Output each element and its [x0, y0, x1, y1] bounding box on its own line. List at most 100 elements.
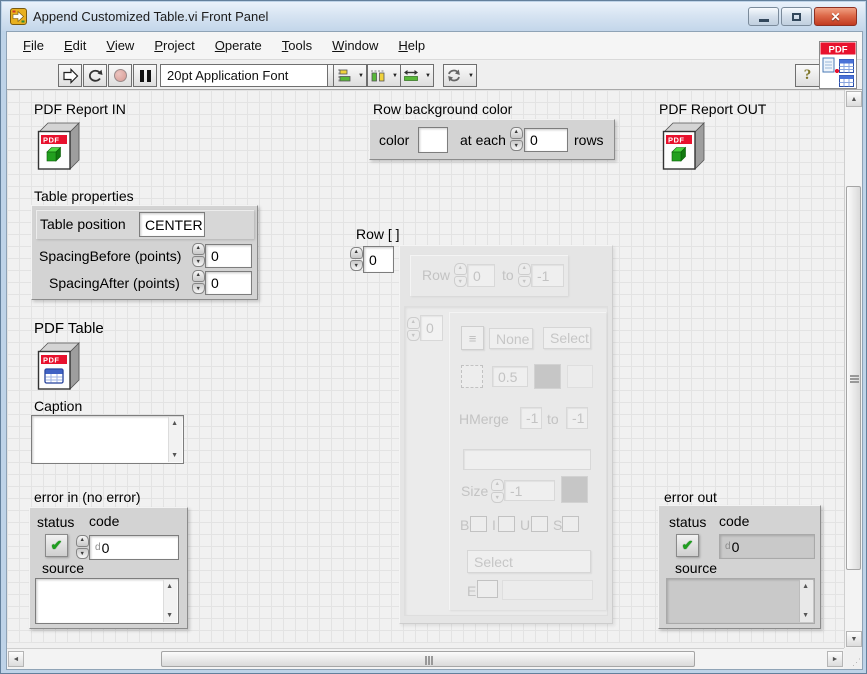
- abort-button[interactable]: [108, 64, 132, 87]
- menu-tools[interactable]: Tools: [272, 33, 322, 58]
- pdf-report-in-icon[interactable]: PDF: [34, 122, 80, 170]
- close-button[interactable]: ✕: [814, 7, 857, 26]
- error-in-code-field[interactable]: d0: [89, 535, 179, 560]
- error-in-scroll-up-icon[interactable]: ▲: [166, 583, 173, 590]
- scroll-right-button[interactable]: ►: [827, 651, 843, 667]
- error-in-code-spinner[interactable]: [76, 535, 89, 559]
- error-out-scroll-up-icon[interactable]: ▲: [802, 583, 809, 590]
- front-panel-grid: PDF Report IN PDF Row background color c…: [7, 90, 844, 643]
- menu-view[interactable]: View: [96, 33, 144, 58]
- restore-button[interactable]: [781, 7, 812, 26]
- caption-label: Caption: [34, 398, 82, 414]
- hmerge-to-label: to: [547, 411, 559, 427]
- underline-label: U: [520, 517, 530, 533]
- justify-button: ≡: [461, 326, 484, 350]
- spacing-before-field[interactable]: 0: [205, 244, 252, 268]
- align-objects-button[interactable]: ▼: [333, 64, 367, 87]
- run-arrow-icon: [62, 68, 79, 84]
- error-out-scroll-down-icon[interactable]: ▼: [802, 612, 809, 619]
- table-position-field[interactable]: CENTER: [139, 212, 205, 237]
- horizontal-scrollbar[interactable]: ◄ ►: [7, 648, 844, 669]
- run-continuous-button[interactable]: [83, 64, 107, 87]
- pdf-table-label: PDF Table: [34, 320, 104, 337]
- scroll-up-button[interactable]: ▲: [846, 91, 862, 107]
- menu-file[interactable]: File: [13, 33, 54, 58]
- error-out-status-check: ✔: [676, 534, 699, 557]
- cell-select-button: Select: [467, 550, 591, 573]
- caption-scroll-down-icon[interactable]: ▼: [171, 452, 178, 459]
- error-out-status-label: status: [669, 514, 706, 530]
- error-in-scroll-strip[interactable]: ▲ ▼: [163, 580, 177, 622]
- cell-index-field: 0: [420, 315, 443, 341]
- size-label: Size: [461, 483, 488, 499]
- at-each-spinner[interactable]: [510, 127, 523, 151]
- vertical-scrollbar[interactable]: ▲ ▼: [844, 90, 862, 648]
- pdf-table-icon[interactable]: PDF: [34, 342, 80, 390]
- scroll-left-button[interactable]: ◄: [8, 651, 24, 667]
- range-to-label: to: [502, 267, 514, 283]
- row-bg-colorbox[interactable]: [418, 127, 448, 153]
- bold-checkbox: [470, 516, 487, 532]
- run-continuous-icon: [87, 68, 104, 84]
- font-selector[interactable]: 20pt Application Font: [160, 64, 328, 87]
- row-range-subcluster: Row 0 to -1: [410, 255, 568, 296]
- caption-scroll-up-icon[interactable]: ▲: [171, 420, 178, 427]
- run-button[interactable]: [58, 64, 82, 87]
- menu-operate[interactable]: Operate: [205, 33, 272, 58]
- horizontal-scroll-thumb[interactable]: [161, 651, 695, 667]
- error-out-code-label: code: [719, 513, 749, 529]
- caption-textbox[interactable]: ▲ ▼: [31, 415, 184, 464]
- range-to-field: -1: [531, 264, 564, 287]
- spacing-before-spinner[interactable]: [192, 243, 205, 267]
- resize-grip[interactable]: ⋰: [844, 648, 862, 669]
- row-bg-color-label: Row background color: [373, 101, 512, 117]
- pause-button[interactable]: [133, 64, 157, 87]
- cell-text-field: [463, 449, 591, 470]
- caption-scroll-strip[interactable]: ▲ ▼: [168, 417, 182, 462]
- table-position-label: Table position: [40, 216, 126, 232]
- row-bg-color-cluster: color at each 0 rows: [369, 119, 615, 160]
- color-label: color: [379, 132, 409, 148]
- row-array-index-field[interactable]: 0: [363, 246, 394, 273]
- horizontal-thumb-grip: [428, 656, 430, 665]
- error-in-status-check[interactable]: ✔: [45, 534, 68, 557]
- vi-icon[interactable]: PDF: [819, 41, 857, 89]
- cell-cluster: ≡ None Select 0.5 HMerge -1 to -1: [449, 312, 606, 610]
- labview-icon: [10, 8, 27, 25]
- menu-project[interactable]: Project: [144, 33, 204, 58]
- title-bar[interactable]: Append Customized Table.vi Front Panel ✕: [2, 2, 865, 31]
- minimize-button[interactable]: [748, 7, 779, 26]
- resize-objects-icon: [403, 68, 419, 83]
- pdf-report-out-icon[interactable]: PDF: [659, 122, 705, 170]
- spacing-after-spinner[interactable]: [192, 270, 205, 294]
- error-in-scroll-down-icon[interactable]: ▼: [166, 612, 173, 619]
- error-out-cluster: status code ✔ d0 source ▲ ▼: [658, 505, 821, 629]
- context-help-button[interactable]: ?: [795, 64, 820, 87]
- scroll-down-button[interactable]: ▼: [846, 631, 862, 647]
- range-to-spinner: [518, 263, 531, 287]
- e-row-strip: [502, 580, 593, 600]
- distribute-objects-button[interactable]: ▼: [367, 64, 401, 87]
- menu-window[interactable]: Window: [322, 33, 388, 58]
- menu-help[interactable]: Help: [388, 33, 435, 58]
- table-properties-cluster: Table position CENTER SpacingBefore (poi…: [31, 205, 258, 300]
- error-in-radix: d: [95, 542, 101, 553]
- spacing-after-field[interactable]: 0: [205, 271, 252, 295]
- svg-text:PDF: PDF: [43, 136, 60, 145]
- vertical-scroll-thumb[interactable]: [846, 186, 861, 570]
- at-each-field[interactable]: 0: [524, 128, 568, 152]
- row-array-index-spinner[interactable]: [350, 247, 363, 271]
- reorder-objects-button[interactable]: ▼: [443, 64, 477, 87]
- error-out-scroll-strip[interactable]: ▲ ▼: [799, 580, 813, 622]
- resize-objects-button[interactable]: ▼: [400, 64, 434, 87]
- error-out-radix: d: [725, 541, 731, 552]
- menu-edit[interactable]: Edit: [54, 33, 96, 58]
- panel-wrap: PDF Report IN PDF Row background color c…: [7, 90, 862, 669]
- close-icon: ✕: [830, 10, 840, 24]
- error-in-source-box[interactable]: ▲ ▼: [35, 578, 179, 624]
- restore-icon: [792, 13, 801, 21]
- font-select-button: Select: [543, 327, 591, 349]
- client-area: File Edit View Project Operate Tools Win…: [6, 31, 863, 670]
- rows-label: rows: [574, 132, 604, 148]
- e-checkbox: [477, 580, 498, 598]
